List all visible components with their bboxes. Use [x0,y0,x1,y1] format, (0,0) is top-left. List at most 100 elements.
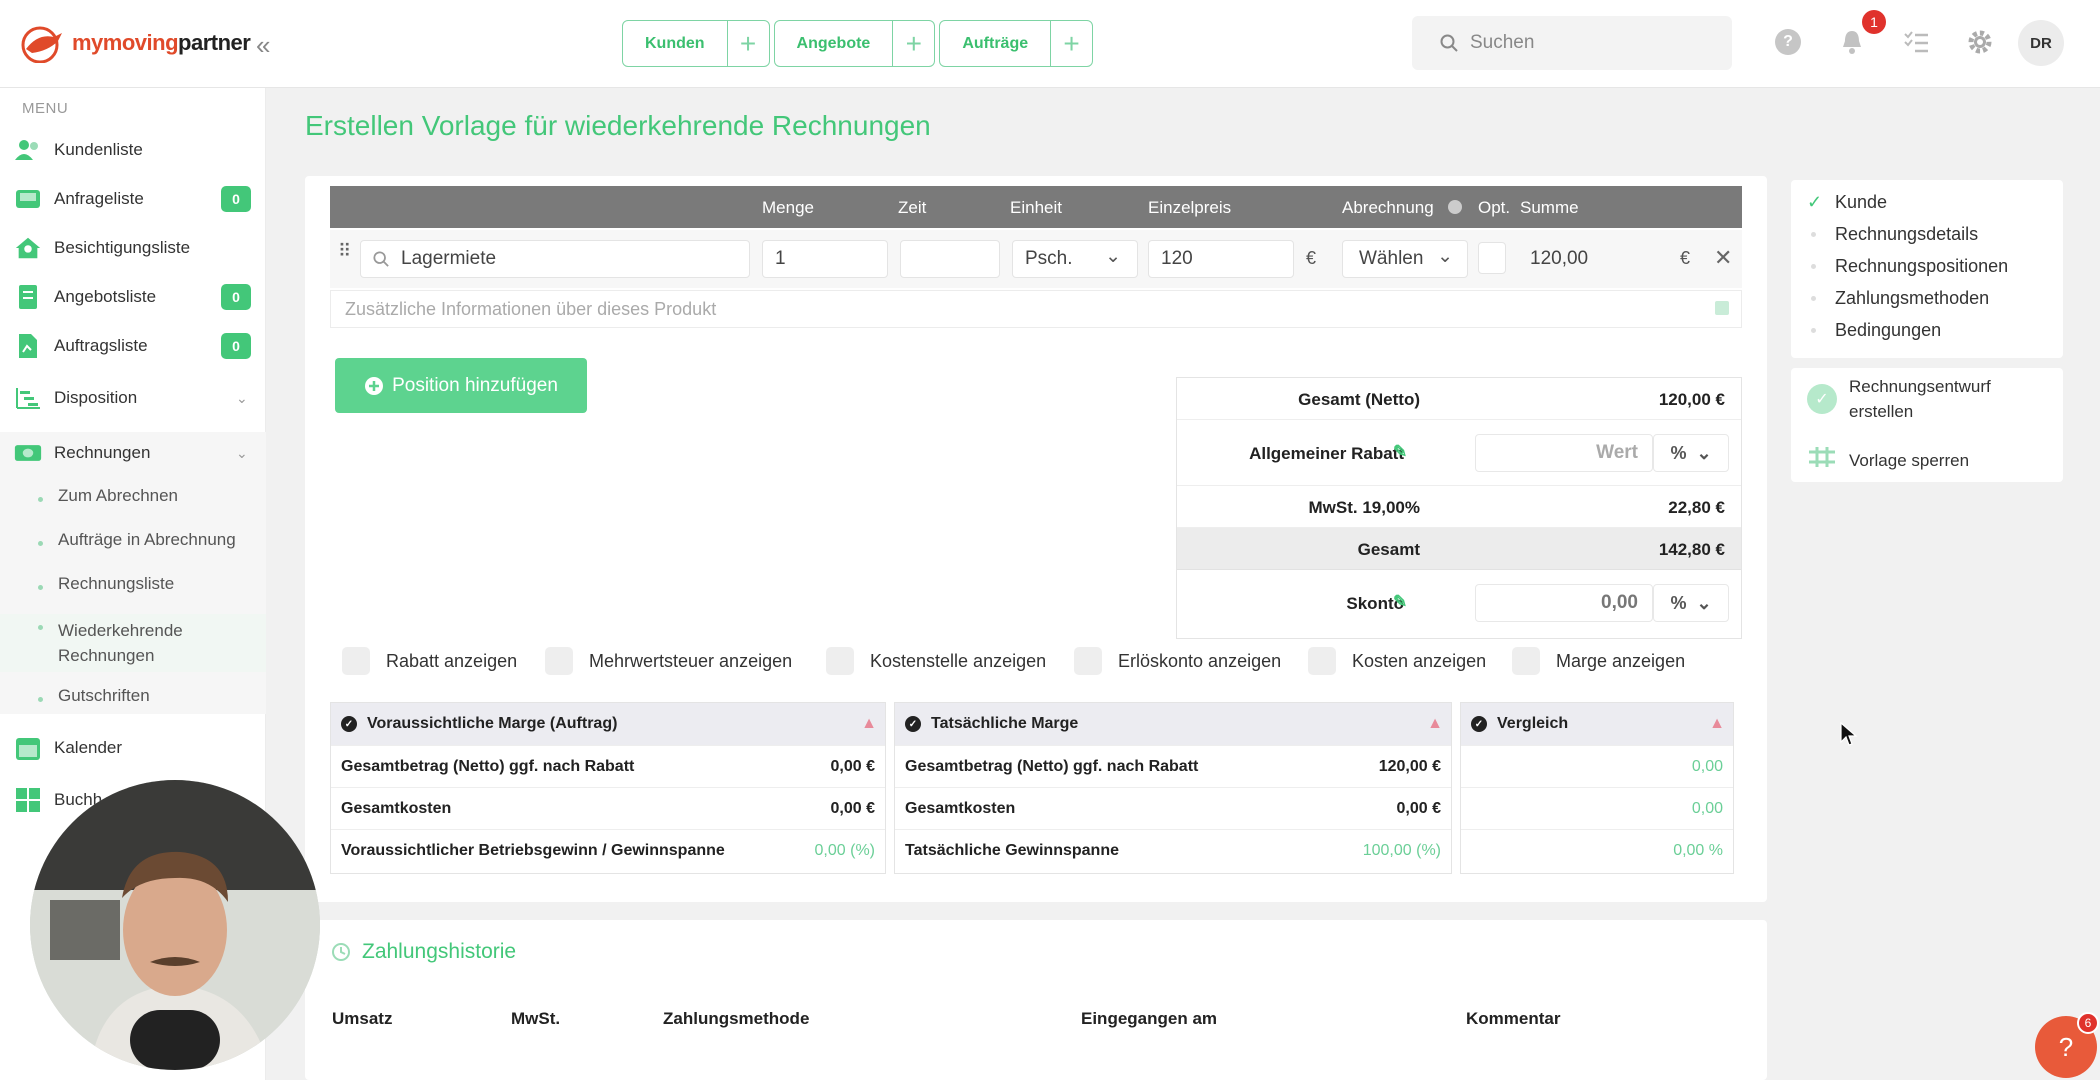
remove-row-icon[interactable]: ✕ [1714,245,1732,271]
sidebar-item-label: Rechnungen [54,443,151,462]
rabatt-unit-select[interactable]: % ⌄ [1653,434,1729,472]
comment-icon[interactable] [1715,301,1729,315]
rabatt-input[interactable]: Wert [1475,434,1653,472]
edit-pencil-icon[interactable]: ✎ [1393,442,1407,462]
sidebar-item-disposition[interactable]: Disposition ⌄ [0,375,266,421]
sidebar-item-angebotsliste[interactable]: Angebotsliste 0 [0,274,266,320]
skonto-row: Skonto ✎ 0,00 % ⌄ [1177,570,1741,638]
margin-value: 0,00 % [1673,841,1723,859]
history-icon [332,943,350,961]
step-zahlungsmethoden[interactable]: Zahlungsmethoden [1835,288,1989,309]
lock-template-action[interactable]: Vorlage sperren [1849,448,1969,473]
check-circle-icon: ✓ [341,716,357,732]
margin-row: 0,00 [1461,745,1733,787]
help-icon[interactable]: ? [1774,28,1802,56]
step-rechnungspositionen[interactable]: Rechnungspositionen [1835,256,2008,277]
product-info-input[interactable]: Zusätzliche Informationen über dieses Pr… [330,290,1742,328]
checkbox-box[interactable] [826,647,854,675]
einzelpreis-input[interactable]: 120 [1148,240,1294,278]
step-rechnungsdetails[interactable]: Rechnungsdetails [1835,224,1978,245]
sidebar-item-kundenliste[interactable]: Kundenliste [0,127,266,173]
skonto-input[interactable]: 0,00 [1475,584,1653,622]
add-position-label: Position hinzufügen [392,374,558,396]
step-kunde[interactable]: Kunde [1835,192,1887,213]
sidebar-sub-gutschriften[interactable]: Gutschriften [0,686,266,706]
chevron-down-icon: ⌄ [236,389,248,406]
help-chat-button[interactable]: ? 6 [2035,1012,2099,1078]
checkbox-kostenstelle[interactable]: Kostenstelle anzeigen [826,647,1046,675]
sidebar-item-kalender[interactable]: Kalender [0,725,266,771]
checkbox-rabatt[interactable]: Rabatt anzeigen [342,647,517,675]
step-dot [1811,264,1816,269]
chevron-down-icon: ⌄ [236,444,248,461]
presenter-video-icon [30,780,320,1070]
checkbox-box[interactable] [545,647,573,675]
positions-table-header: Menge Zeit Einheit Einzelpreis Abrechnun… [330,186,1742,228]
step-dot [1811,296,1816,301]
sidebar-sub-rechnungsliste[interactable]: Rechnungsliste [0,574,266,594]
checkbox-box[interactable] [342,647,370,675]
compare-margin-box: ✓ Vergleich ▲ 0,00 0,00 0,00 % [1460,702,1734,874]
chevron-down-icon: ⌄ [1696,592,1712,613]
tab-kunden[interactable]: Kunden [623,21,727,66]
brand-logo[interactable]: mymovingpartner [18,18,251,68]
netto-value: 120,00 € [1658,390,1725,409]
col-kommentar: Kommentar [1466,1009,1561,1028]
tab-angebote[interactable]: Angebote [775,21,893,66]
product-search-input[interactable]: Lagermiete [360,240,750,278]
search-box[interactable]: Suchen [1412,16,1732,70]
checkbox-box[interactable] [1074,647,1102,675]
add-kunde-plus-icon[interactable]: + [726,21,769,66]
count-badge: 0 [221,333,251,359]
einheit-select[interactable]: Psch. ⌄ [1012,240,1138,278]
menge-input[interactable]: 1 [762,240,888,278]
checklist-icon[interactable] [1902,28,1930,56]
zeit-input[interactable] [900,240,1000,278]
add-angebot-plus-icon[interactable]: + [892,21,934,66]
sidebar-sub-auftraege-in-abrechnung[interactable]: Aufträge in Abrechnung [0,530,266,550]
sidebar-item-auftragsliste[interactable]: Auftragsliste 0 [0,323,266,369]
checkbox-box[interactable] [1308,647,1336,675]
summe-value: 120,00 [1530,248,1589,269]
search-icon [373,251,389,267]
add-position-button[interactable]: Position hinzufügen [335,358,587,413]
sidebar-item-label: Besichtigungsliste [54,238,191,257]
sidebar-sub-wiederkehrende-rechnungen[interactable]: Wiederkehrende Rechnungen [0,614,266,672]
sidebar-item-label: Kundenliste [54,140,143,159]
create-draft-action[interactable]: Rechnungsentwurf erstellen [1849,374,1991,424]
add-auftrag-plus-icon[interactable]: + [1050,21,1092,66]
optional-checkbox[interactable] [1478,242,1506,274]
col-mwst: MwSt. [511,1009,561,1028]
checkbox-kosten[interactable]: Kosten anzeigen [1308,647,1486,675]
gear-icon[interactable] [1966,28,1994,56]
tab-auftraege[interactable]: Aufträge [940,21,1050,66]
user-avatar[interactable]: DR [2018,20,2064,66]
sidebar-item-rechnungen[interactable]: Rechnungen ⌄ [0,430,266,476]
quick-tab-angebote: Angebote + [773,20,936,67]
drag-handle-icon[interactable]: ⠿ [338,242,351,260]
bell-icon[interactable] [1838,28,1866,56]
sidebar-item-besichtigungsliste[interactable]: Besichtigungsliste [0,225,266,271]
checkbox-erloeskonto[interactable]: Erlöskonto anzeigen [1074,647,1281,675]
skonto-value: 0,00 [1601,592,1638,613]
payment-history-card [305,920,1767,1080]
checkbox-box[interactable] [1512,647,1540,675]
actual-margin-box: ✓ Tatsächliche Marge ▲ Gesamtbetrag (Netto… [894,702,1452,874]
warning-icon: ▲ [1709,715,1725,732]
checkbox-marge[interactable]: Marge anzeigen [1512,647,1685,675]
step-bedingungen[interactable]: Bedingungen [1835,320,1941,341]
margin-row: Gesamtbetrag (Netto) ggf. nach Rabatt 0,0… [331,745,885,787]
step-dot [1811,328,1816,333]
abrechnung-select[interactable]: Wählen ⌄ [1342,240,1468,278]
checkbox-mehrwertsteuer[interactable]: Mehrwertsteuer anzeigen [545,647,792,675]
skonto-unit-select[interactable]: % ⌄ [1653,584,1729,622]
info-icon[interactable] [1448,200,1462,214]
quick-tab-auftraege: Aufträge + [939,20,1094,67]
sidebar-item-anfrageliste[interactable]: Anfrageliste 0 [0,176,266,222]
expected-margin-box: ✓ Voraussichtliche Marge (Auftrag) ▲ Gesam… [330,702,886,874]
kangaroo-logo-icon [21,26,62,63]
edit-pencil-icon[interactable]: ✎ [1393,592,1407,612]
rabatt-placeholder: Wert [1596,442,1638,463]
sidebar-sub-zum-abrechnen[interactable]: Zum Abrechnen [0,486,266,506]
collapse-sidebar-icon[interactable]: « [256,30,270,61]
